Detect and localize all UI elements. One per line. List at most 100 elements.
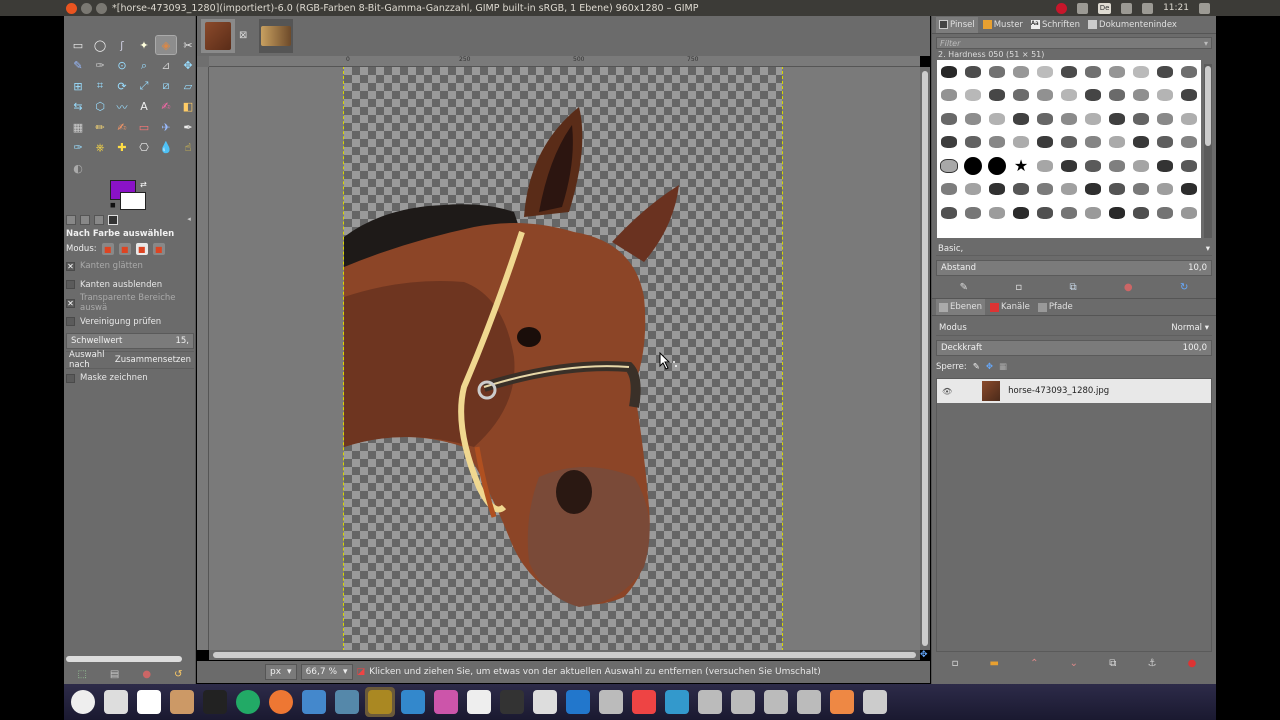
- editor-launcher-icon[interactable]: [398, 687, 428, 717]
- edit-brush-icon[interactable]: ✎: [960, 282, 968, 293]
- brush-item[interactable]: [1013, 136, 1029, 149]
- brush-item[interactable]: [1157, 159, 1173, 172]
- scissors-tool-icon[interactable]: ✂: [178, 36, 198, 54]
- brush-item[interactable]: [1109, 89, 1125, 102]
- brush-item[interactable]: [989, 183, 1005, 196]
- dodge-tool-icon[interactable]: ◐: [68, 159, 88, 177]
- device-status-tab-icon[interactable]: [80, 215, 90, 225]
- mode-subtract-button[interactable]: ■: [135, 243, 148, 255]
- brush-item[interactable]: [965, 89, 981, 102]
- tab-patterns[interactable]: Muster: [980, 17, 1026, 33]
- move-tool-icon[interactable]: ✥: [178, 57, 198, 75]
- brush-item[interactable]: [1109, 136, 1125, 149]
- close-tab-icon[interactable]: ⊠: [239, 30, 247, 41]
- new-layer-icon[interactable]: ▫: [952, 658, 959, 669]
- brush-item[interactable]: [1181, 65, 1197, 78]
- ruler-corner[interactable]: [197, 56, 209, 67]
- brush-item[interactable]: [1085, 159, 1101, 172]
- minimize-window-button[interactable]: [81, 2, 92, 14]
- shear-tool-icon[interactable]: ⧄: [156, 77, 176, 95]
- images-tab-icon[interactable]: [108, 215, 118, 225]
- image-tab-second[interactable]: [259, 19, 293, 53]
- software-center-launcher-icon[interactable]: [827, 687, 857, 717]
- smudge-tool-icon[interactable]: ☝: [178, 139, 198, 157]
- brush-item[interactable]: [1013, 206, 1029, 219]
- brush-item[interactable]: [1085, 89, 1101, 102]
- panel-menu-icon[interactable]: ◂: [184, 215, 194, 225]
- printer-launcher-icon[interactable]: [530, 687, 560, 717]
- tab-brushes[interactable]: Pinsel: [936, 16, 978, 33]
- drive2-launcher-icon[interactable]: [728, 687, 758, 717]
- option-checkbox[interactable]: [66, 280, 75, 290]
- navigate-icon[interactable]: ✥: [920, 650, 930, 660]
- brush-item[interactable]: [989, 65, 1005, 78]
- brush-item[interactable]: [1037, 206, 1053, 219]
- horizontal-scrollbar[interactable]: [209, 650, 920, 660]
- brush-item[interactable]: [1085, 112, 1101, 125]
- perspective-clone-tool-icon[interactable]: ⎔: [134, 139, 154, 157]
- delete-layer-icon[interactable]: ●: [1188, 658, 1197, 669]
- clone-tool-icon[interactable]: ⎈: [90, 139, 110, 157]
- align-tool-icon[interactable]: ⊞: [68, 77, 88, 95]
- flip-tool-icon[interactable]: ⇆: [68, 98, 88, 116]
- new-layer-group-icon[interactable]: ▬: [990, 658, 999, 669]
- tab-channels[interactable]: Kanäle: [987, 299, 1033, 315]
- blur-tool-icon[interactable]: 💧: [156, 139, 176, 157]
- brush-item[interactable]: [989, 206, 1005, 219]
- brush-item[interactable]: [1061, 89, 1077, 102]
- mail-icon[interactable]: [1121, 2, 1133, 14]
- bucket-fill-tool-icon[interactable]: ◧: [178, 98, 198, 116]
- myPaint-tool-icon[interactable]: ✑: [68, 139, 88, 157]
- drive3-launcher-icon[interactable]: [761, 687, 791, 717]
- option-checkbox[interactable]: ✕: [66, 261, 75, 271]
- tab-document-history[interactable]: Dokumentenindex: [1085, 17, 1180, 33]
- brush-item[interactable]: [1157, 206, 1173, 219]
- brush-item[interactable]: [1157, 89, 1173, 102]
- inkscape-launcher-icon[interactable]: [134, 687, 164, 717]
- brush-scrollbar[interactable]: [1204, 64, 1212, 238]
- duplicate-layer-icon[interactable]: ⧉: [1109, 658, 1116, 669]
- anchor-layer-icon[interactable]: ⚓: [1148, 658, 1157, 669]
- lock-pixels-icon[interactable]: ✎: [973, 362, 980, 372]
- power-gear-icon[interactable]: [1199, 2, 1210, 14]
- color-app-launcher-icon[interactable]: [431, 687, 461, 717]
- select-by-color-tool-icon[interactable]: ◈: [155, 35, 177, 55]
- brush-item[interactable]: [1157, 65, 1173, 78]
- option-row[interactable]: Vereinigung prüfen: [66, 313, 194, 332]
- color-picker-tool-icon[interactable]: ⊙: [112, 57, 132, 75]
- tab-layers[interactable]: Ebenen: [936, 299, 985, 315]
- brush-item[interactable]: [1157, 183, 1173, 196]
- brush-item[interactable]: [1109, 206, 1125, 219]
- picker-launcher-icon[interactable]: [497, 687, 527, 717]
- opacity-slider[interactable]: Deckkraft 100,0: [936, 340, 1212, 356]
- toolbox-scrollbar[interactable]: [66, 656, 182, 662]
- brush-item[interactable]: [941, 183, 957, 196]
- brush-item[interactable]: [1181, 136, 1197, 149]
- brush-item[interactable]: [1157, 112, 1173, 125]
- ink-tool-icon[interactable]: ✒: [178, 118, 198, 136]
- brush-item[interactable]: [1061, 183, 1077, 196]
- trash-launcher-icon[interactable]: [860, 687, 890, 717]
- brush-item[interactable]: ★: [1013, 157, 1029, 173]
- delete-brush-icon[interactable]: ●: [1124, 282, 1133, 293]
- brush-item[interactable]: [1133, 112, 1149, 125]
- brush-item[interactable]: [1037, 159, 1053, 172]
- volume-icon[interactable]: [1142, 2, 1154, 14]
- delete-options-icon[interactable]: ●: [142, 669, 151, 680]
- brush-item[interactable]: [1037, 183, 1053, 196]
- firefox-launcher-icon[interactable]: [266, 687, 296, 717]
- perspective-tool-icon[interactable]: ▱: [178, 77, 198, 95]
- brush-item[interactable]: [1013, 65, 1029, 78]
- brush-item[interactable]: [1013, 112, 1029, 125]
- brush-item[interactable]: [1085, 136, 1101, 149]
- brush-item[interactable]: [988, 156, 1006, 175]
- lock-position-icon[interactable]: ✥: [986, 362, 993, 372]
- reset-options-icon[interactable]: ↺: [174, 669, 182, 680]
- layer-row[interactable]: 👁 horse-473093_1280.jpg: [937, 379, 1211, 403]
- save-options-icon[interactable]: ⬚: [77, 669, 86, 680]
- brush-item[interactable]: [1085, 183, 1101, 196]
- pencil-tool-icon[interactable]: ✏: [90, 118, 110, 136]
- layer-mode-select[interactable]: Normal ▾: [1171, 323, 1209, 333]
- crop-tool-icon[interactable]: ⌗: [90, 77, 110, 95]
- spacing-slider[interactable]: Abstand 10,0: [936, 260, 1212, 276]
